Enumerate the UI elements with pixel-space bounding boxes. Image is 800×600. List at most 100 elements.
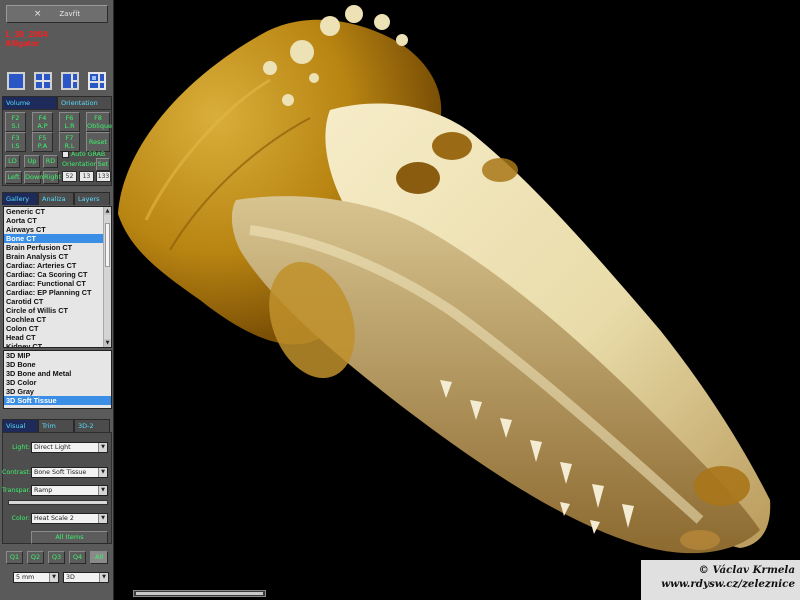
watermark-credit: © Václav Krmela www.rdysw.cz/zeleznice (641, 560, 800, 600)
reset-button[interactable]: Reset (86, 132, 110, 152)
list-item[interactable]: Cardiac: EP Planning CT (4, 288, 111, 297)
opacity-slider[interactable] (8, 500, 108, 505)
f3-is-button[interactable]: F3 I.S (5, 132, 26, 152)
list-item[interactable]: 3D Soft Tissue (4, 396, 111, 405)
color-select[interactable]: Heat Scale 2 ▼ (31, 513, 108, 524)
f6-lr-button[interactable]: F6 L.R (59, 112, 80, 132)
close-label: Zavřít (59, 10, 81, 18)
list-item[interactable]: Brain Perfusion CT (4, 243, 111, 252)
list-item[interactable]: Cardiac: Ca Scoring CT (4, 270, 111, 279)
light-select[interactable]: Direct Light ▼ (31, 442, 108, 453)
nav-rd-button[interactable]: RD (43, 155, 58, 168)
protocol-scrollbar[interactable]: ▲ ▼ (103, 207, 111, 347)
protocol-list[interactable]: Generic CT Aorta CT Airways CT Bone CT Brain… (3, 206, 112, 348)
credit-url: www.rdysw.cz/zeleznice (661, 578, 795, 590)
transparency-label: Transpar. (2, 487, 31, 494)
nav-left-button[interactable]: Left (5, 171, 22, 184)
chevron-down-icon: ▼ (49, 573, 58, 582)
f2-si-button[interactable]: F2 S.I (5, 112, 26, 132)
tab-layers[interactable]: Layers (74, 192, 110, 205)
list-item[interactable]: 3D Bone and Metal (4, 369, 111, 378)
f4-ap-button[interactable]: F4 A.P (32, 112, 53, 132)
list-item[interactable]: Cardiac: Functional CT (4, 279, 111, 288)
preset-list[interactable]: 3D MIP 3D Bone 3D Bone and Metal 3D Color 3D… (3, 350, 112, 409)
color-label: Color: (11, 515, 30, 522)
credit-author: © Václav Krmela (698, 564, 795, 576)
orientation-label: Orientation: (62, 161, 100, 168)
orientation-z-field[interactable]: 133 (96, 171, 111, 182)
quadrant-q3-button[interactable]: Q3 (48, 551, 65, 564)
light-label: Light: (12, 444, 30, 451)
chevron-down-icon: ▼ (98, 443, 107, 452)
f8-oblique-button[interactable]: F8 Oblique (86, 112, 112, 132)
orientation-x-field[interactable]: 52 (62, 171, 77, 182)
quadrant-all-button[interactable]: All (90, 551, 108, 564)
layout-quad-icon[interactable] (34, 72, 52, 90)
quadrant-q4-button[interactable]: Q4 (69, 551, 86, 564)
list-item[interactable]: 3D Gray (4, 387, 111, 396)
gallery-tabs: Gallery Analiza Layers (2, 192, 112, 205)
tab-visual[interactable]: Visual (2, 419, 38, 432)
list-item[interactable]: Cardiac: Arteries CT (4, 261, 111, 270)
close-icon: × (33, 9, 42, 19)
list-item[interactable]: Aorta CT (4, 216, 111, 225)
layout-custom-icon[interactable] (88, 72, 106, 90)
study-info: 1_30_2004 Alligator (5, 30, 48, 48)
contrast-select[interactable]: Bone Soft Tissue ▼ (31, 467, 108, 478)
close-button[interactable]: × Zavřít (6, 5, 108, 23)
thickness-select[interactable]: 5 mm ▼ (13, 572, 59, 583)
preset-items: 3D MIP 3D Bone 3D Bone and Metal 3D Color 3D… (4, 351, 111, 405)
protocol-items: Generic CT Aorta CT Airways CT Bone CT Brain… (4, 207, 111, 347)
tab-3d-2[interactable]: 3D-2 (74, 419, 110, 432)
scroll-thumb[interactable] (105, 223, 110, 267)
study-name: Alligator (5, 38, 40, 48)
scroll-up-icon[interactable]: ▲ (104, 207, 111, 215)
list-item[interactable]: Airways CT (4, 225, 111, 234)
list-item[interactable]: Generic CT (4, 207, 111, 216)
list-item[interactable]: Head CT (4, 333, 111, 342)
view-scrollbar[interactable] (133, 590, 266, 597)
alligator-skull-render (118, 5, 771, 554)
nav-down-button[interactable]: Down (24, 171, 43, 184)
layout-single-icon[interactable] (7, 72, 25, 90)
set-button[interactable]: Set (96, 158, 110, 171)
orientation-y-field[interactable]: 13 (79, 171, 94, 182)
list-item[interactable]: Bone CT (4, 234, 111, 243)
visual-tabs: Visual Trim 3D-2 (2, 419, 112, 432)
list-item[interactable]: Circle of Willis CT (4, 306, 111, 315)
f5-pa-button[interactable]: F5 P.A (32, 132, 53, 152)
list-item[interactable]: 3D Bone (4, 360, 111, 369)
f7-rl-button[interactable]: F7 R.L (59, 132, 80, 152)
quadrant-q1-button[interactable]: Q1 (6, 551, 23, 564)
nav-ld-button[interactable]: LD (5, 155, 20, 168)
view-tabs: Volume Orientation (2, 96, 112, 109)
control-panel: × Zavřít 1_30_2004 Alligator Volume Orie… (0, 0, 114, 600)
volume-render-view[interactable] (115, 0, 800, 600)
tab-volume[interactable]: Volume (2, 96, 57, 109)
tab-gallery[interactable]: Gallery (2, 192, 38, 205)
list-item[interactable]: Kidney CT (4, 342, 111, 347)
view-scroll-thumb[interactable] (136, 592, 263, 595)
tab-analiza[interactable]: Analiza (38, 192, 74, 205)
scroll-down-icon[interactable]: ▼ (104, 339, 111, 347)
chevron-down-icon: ▼ (98, 514, 107, 523)
tab-trim[interactable]: Trim (38, 419, 74, 432)
nav-right-button[interactable]: Right (43, 171, 61, 184)
list-item[interactable]: Carotid CT (4, 297, 111, 306)
list-item[interactable]: Colon CT (4, 324, 111, 333)
list-item[interactable]: 3D MIP (4, 351, 111, 360)
layout-side-icon[interactable] (61, 72, 79, 90)
mode-select[interactable]: 3D ▼ (63, 572, 109, 583)
list-item[interactable]: 3D Color (4, 378, 111, 387)
all-items-button[interactable]: All Items (31, 531, 108, 544)
quadrant-q2-button[interactable]: Q2 (27, 551, 44, 564)
tab-orientation[interactable]: Orientation (57, 96, 112, 109)
auto-grab-label: Auto GRAB (71, 151, 106, 158)
transparency-select[interactable]: Ramp ▼ (31, 485, 108, 496)
list-item[interactable]: Cochlea CT (4, 315, 111, 324)
chevron-down-icon: ▼ (98, 468, 107, 477)
auto-grab-checkbox[interactable] (62, 151, 69, 158)
chevron-down-icon: ▼ (98, 486, 107, 495)
nav-up-button[interactable]: Up (24, 155, 40, 168)
list-item[interactable]: Brain Analysis CT (4, 252, 111, 261)
